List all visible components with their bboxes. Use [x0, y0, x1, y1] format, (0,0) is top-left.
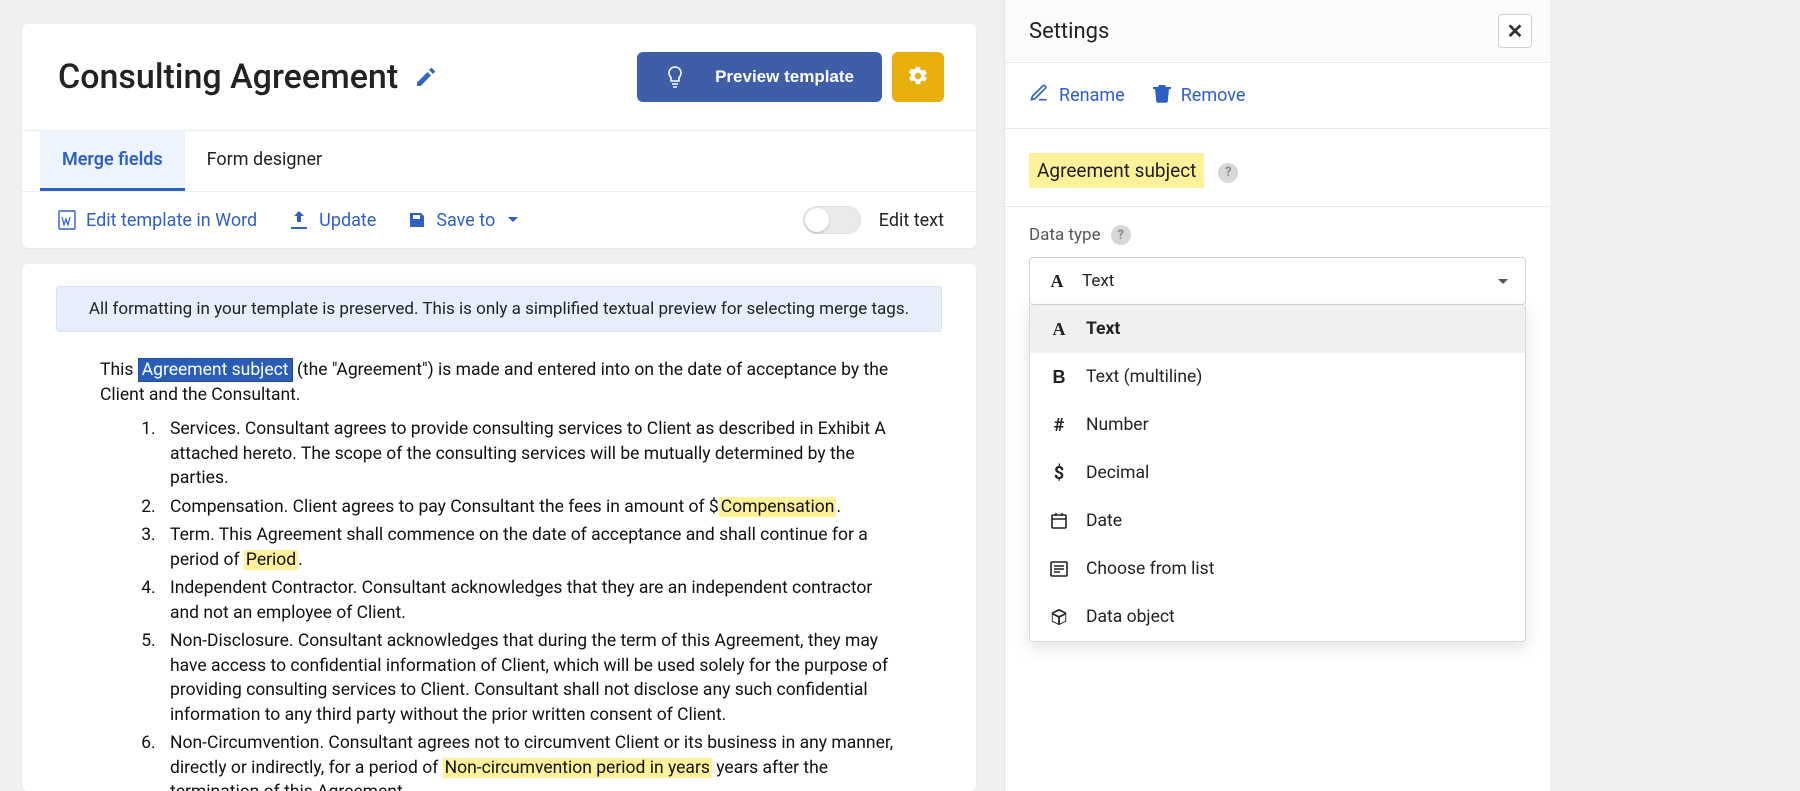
- close-settings-button[interactable]: ✕: [1498, 14, 1532, 48]
- merge-tag-compensation[interactable]: Compensation: [719, 497, 837, 517]
- tabs: Merge fields Form designer: [22, 130, 976, 191]
- update-link[interactable]: Update: [289, 210, 376, 231]
- merge-tag-agreement-subject[interactable]: Agreement subject: [138, 358, 293, 382]
- list-item: Independent Contractor. Consultant ackno…: [160, 576, 898, 625]
- list-item: Term. This Agreement shall commence on t…: [160, 523, 898, 572]
- data-type-option-date[interactable]: Date: [1030, 497, 1525, 545]
- edit-title-icon[interactable]: [414, 65, 438, 89]
- lightbulb-icon: [665, 65, 685, 89]
- upload-icon: [289, 211, 309, 229]
- doc-text: Independent Contractor. Consultant ackno…: [170, 578, 872, 623]
- option-label: Number: [1086, 415, 1149, 435]
- save-to-link[interactable]: Save to: [408, 210, 519, 231]
- decimal-type-icon: $: [1048, 462, 1070, 484]
- help-icon[interactable]: ?: [1111, 225, 1131, 245]
- data-type-dropdown: A Text B Text (multiline) # Number $ Dec…: [1029, 305, 1526, 642]
- list-item: Non-Disclosure. Consultant acknowledges …: [160, 629, 898, 727]
- save-to-label: Save to: [436, 210, 495, 231]
- preview-template-label: Preview template: [715, 67, 854, 87]
- settings-panel: Settings ✕ Rename Remove Agreement subje…: [1004, 0, 1550, 791]
- tab-form-designer[interactable]: Form designer: [185, 131, 344, 191]
- edit-in-word-link[interactable]: Edit template in Word: [58, 210, 257, 231]
- edit-text-label: Edit text: [879, 210, 944, 231]
- gear-icon: [907, 65, 929, 90]
- list-item: Non-Circumvention. Consultant agrees not…: [160, 731, 898, 791]
- doc-text: .: [298, 550, 303, 570]
- template-settings-button[interactable]: [892, 52, 944, 102]
- settings-title: Settings: [1029, 19, 1109, 44]
- data-type-option-number[interactable]: # Number: [1030, 401, 1525, 449]
- close-icon: ✕: [1507, 19, 1524, 43]
- toggle-knob: [805, 208, 829, 232]
- option-label: Text: [1086, 319, 1120, 339]
- trash-icon: [1153, 83, 1171, 108]
- date-type-icon: [1048, 510, 1070, 532]
- merge-tag-period[interactable]: Period: [244, 550, 298, 570]
- data-type-select[interactable]: A Text: [1029, 257, 1526, 305]
- option-label: Choose from list: [1086, 559, 1214, 579]
- data-type-option-decimal[interactable]: $ Decimal: [1030, 449, 1525, 497]
- doc-text: This: [100, 360, 138, 380]
- word-icon: [58, 210, 76, 230]
- data-type-option-choose[interactable]: Choose from list: [1030, 545, 1525, 593]
- multiline-type-icon: B: [1048, 366, 1070, 388]
- rename-icon: [1029, 83, 1049, 108]
- option-label: Date: [1086, 511, 1122, 531]
- right-gutter: [1550, 0, 1800, 791]
- chevron-down-icon: [1497, 271, 1509, 291]
- field-name-display: Agreement subject: [1029, 153, 1204, 188]
- page-title: Consulting Agreement: [58, 57, 398, 97]
- remove-field-link[interactable]: Remove: [1153, 83, 1246, 108]
- merge-tag-noncircumvention[interactable]: Non-circumvention period in years: [443, 758, 712, 778]
- edit-text-toggle[interactable]: [803, 206, 861, 234]
- rename-label: Rename: [1059, 85, 1125, 106]
- text-type-icon: A: [1048, 318, 1070, 340]
- data-type-option-multiline[interactable]: B Text (multiline): [1030, 353, 1525, 401]
- chevron-down-icon: [507, 216, 519, 224]
- data-type-label: Data type ?: [1029, 225, 1526, 245]
- data-type-option-object[interactable]: Data object: [1030, 593, 1525, 641]
- update-label: Update: [319, 210, 376, 231]
- list-type-icon: [1048, 558, 1070, 580]
- object-type-icon: [1048, 606, 1070, 628]
- help-icon[interactable]: ?: [1218, 163, 1238, 183]
- option-label: Decimal: [1086, 463, 1149, 483]
- text-type-icon: A: [1046, 270, 1068, 292]
- edit-in-word-label: Edit template in Word: [86, 210, 257, 231]
- header-card: Consulting Agreement Preview template: [22, 24, 976, 248]
- tab-merge-fields[interactable]: Merge fields: [40, 131, 185, 191]
- data-type-option-text[interactable]: A Text: [1030, 305, 1525, 353]
- data-type-selected-label: Text: [1082, 271, 1114, 291]
- option-label: Text (multiline): [1086, 367, 1202, 387]
- doc-text: .: [836, 497, 841, 517]
- doc-text: Services. Consultant agrees to provide c…: [170, 419, 886, 488]
- doc-text: Non-Disclosure. Consultant acknowledges …: [170, 631, 888, 725]
- number-type-icon: #: [1048, 414, 1070, 436]
- info-banner: All formatting in your template is prese…: [56, 286, 942, 332]
- list-item: Services. Consultant agrees to provide c…: [160, 417, 898, 491]
- rename-field-link[interactable]: Rename: [1029, 83, 1125, 108]
- doc-text: Compensation. Client agrees to pay Consu…: [170, 497, 719, 517]
- preview-template-button[interactable]: Preview template: [637, 52, 882, 102]
- list-item: Compensation. Client agrees to pay Consu…: [160, 495, 898, 520]
- save-icon: [408, 211, 426, 229]
- content-card: All formatting in your template is prese…: [22, 264, 976, 791]
- remove-label: Remove: [1181, 85, 1246, 106]
- option-label: Data object: [1086, 607, 1175, 627]
- document-body: This Agreement subject (the "Agreement")…: [56, 358, 942, 791]
